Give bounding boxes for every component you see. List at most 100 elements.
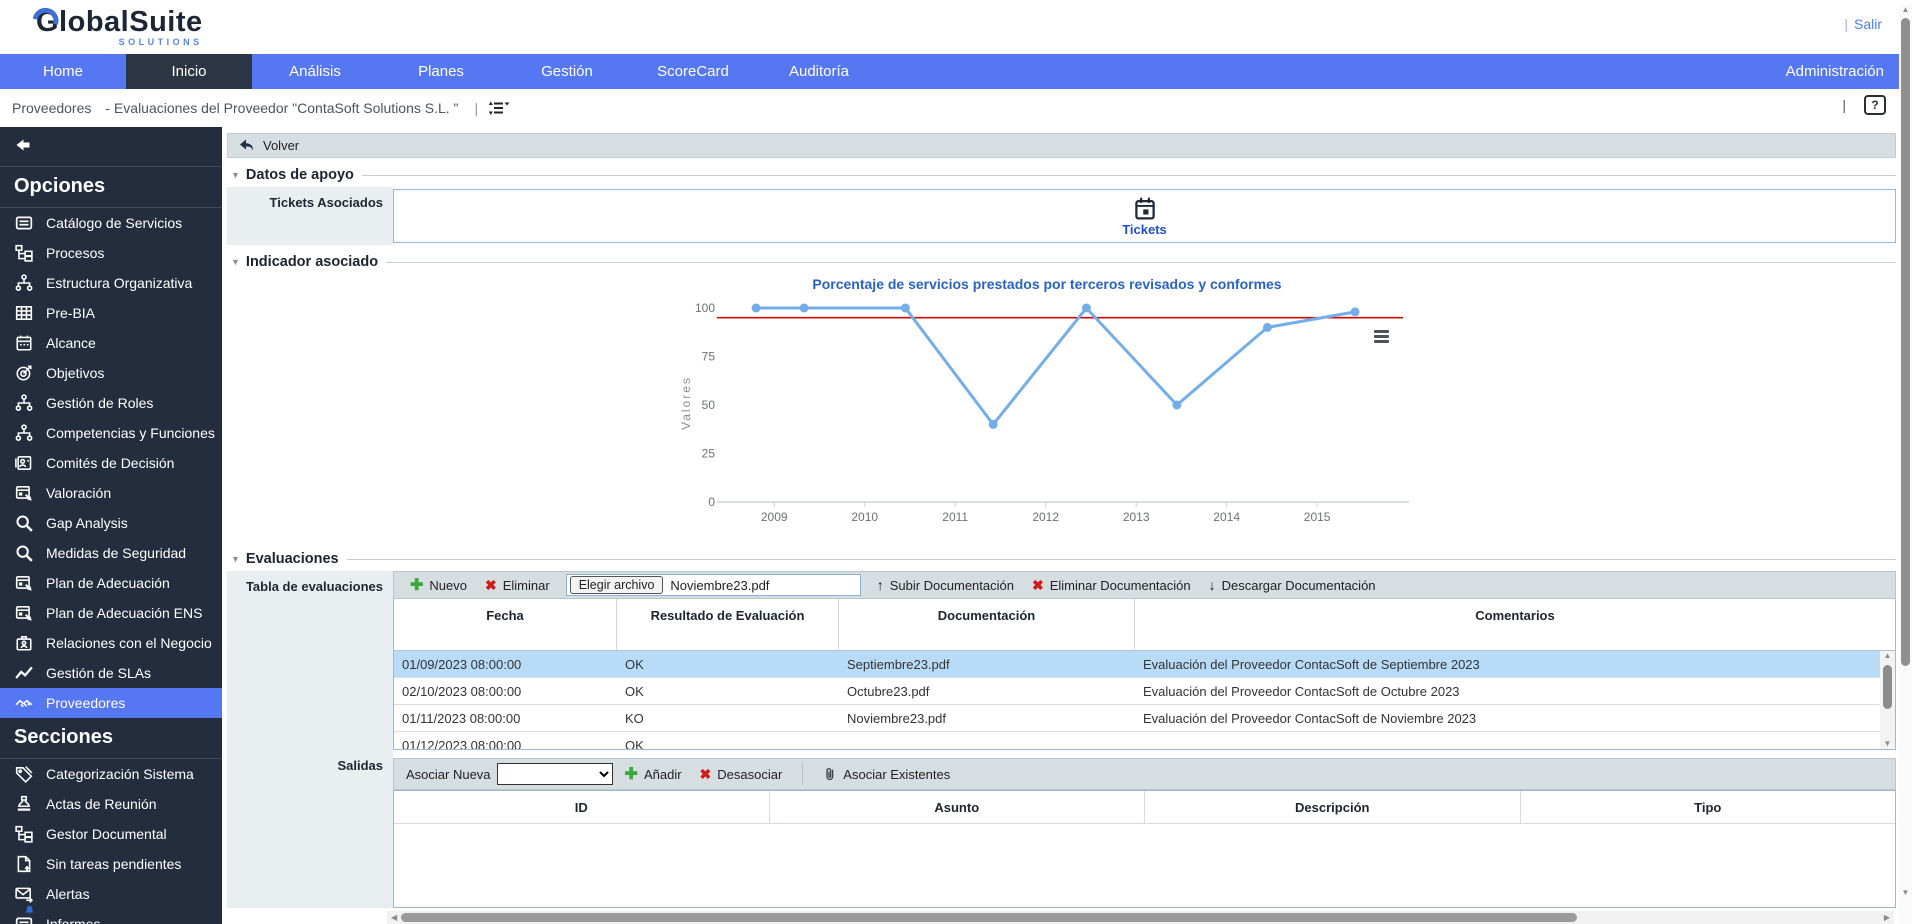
sidebar-item-proveedores[interactable]: Proveedores bbox=[0, 688, 222, 718]
column-header-fecha[interactable]: Fecha bbox=[394, 599, 617, 650]
folder-lines-icon bbox=[15, 917, 33, 924]
eliminar-button[interactable]: ✖ Eliminar bbox=[479, 577, 556, 594]
nav-item-analisis[interactable]: Análisis bbox=[252, 54, 378, 89]
page-vertical-scrollbar[interactable]: ▲ ▼ bbox=[1899, 4, 1912, 924]
column-header-resultado[interactable]: Resultado de Evaluación bbox=[617, 599, 839, 650]
file-input[interactable]: Elegir archivo Noviembre23.pdf bbox=[565, 574, 861, 596]
svg-text:2011: 2011 bbox=[942, 510, 968, 524]
indicator-chart: Porcentaje de servicios prestados por te… bbox=[667, 276, 1427, 547]
asociar-nueva-select[interactable] bbox=[496, 763, 613, 785]
nuevo-button[interactable]: ✚ Nuevo bbox=[404, 575, 473, 595]
scroll-left-icon[interactable]: ◀ bbox=[387, 913, 401, 922]
subir-documentacion-button[interactable]: ↑ Subir Documentación bbox=[871, 577, 1020, 593]
nav-item-home[interactable]: Home bbox=[0, 54, 126, 89]
chart-menu-button[interactable] bbox=[1374, 328, 1389, 345]
svg-text:0: 0 bbox=[708, 495, 715, 509]
section-evaluaciones: ▼ Evaluaciones bbox=[227, 549, 1896, 569]
table-row[interactable]: 01/09/2023 08:00:00 OK Septiembre23.pdf … bbox=[394, 651, 1895, 678]
scroll-right-icon[interactable]: ▶ bbox=[1880, 913, 1894, 922]
x-icon: ✖ bbox=[484, 576, 497, 593]
nav-item-scorecard[interactable]: ScoreCard bbox=[630, 54, 756, 89]
sidebar-item-estructura-organizativa[interactable]: Estructura Organizativa bbox=[0, 268, 222, 298]
ticket-calendar-icon[interactable] bbox=[1132, 196, 1158, 221]
table-row[interactable]: 01/12/2023 08:00:00 OK bbox=[394, 732, 1895, 750]
column-header-documentacion[interactable]: Documentación bbox=[839, 599, 1135, 650]
sidebar-item-alcance[interactable]: Alcance bbox=[0, 328, 222, 358]
sidebar-item-medidas-de-seguridad[interactable]: Medidas de Seguridad bbox=[0, 538, 222, 568]
svg-text:2010: 2010 bbox=[851, 510, 878, 524]
sidebar-item-categorizacion-sistema[interactable]: Categorización Sistema bbox=[0, 759, 222, 789]
column-header-id[interactable]: ID bbox=[394, 791, 770, 823]
scroll-down-icon[interactable]: ▼ bbox=[1902, 887, 1910, 898]
column-header-descripcion[interactable]: Descripción bbox=[1145, 791, 1521, 823]
nav-item-planes[interactable]: Planes bbox=[378, 54, 504, 89]
volver-button[interactable]: Volver bbox=[227, 133, 1896, 158]
sidebar-item-gestion-de-roles[interactable]: Gestión de Roles bbox=[0, 388, 222, 418]
sidebar-item-gap-analysis[interactable]: Gap Analysis bbox=[0, 508, 222, 538]
table-row[interactable]: 02/10/2023 08:00:00 OK Octubre23.pdf Eva… bbox=[394, 678, 1895, 705]
nav-item-auditoria[interactable]: Auditoría bbox=[756, 54, 882, 89]
sidebar-item-competencias-y-funciones[interactable]: Competencias y Funciones bbox=[0, 418, 222, 448]
sidebar-item-relaciones-con-el-negocio[interactable]: Relaciones con el Negocio bbox=[0, 628, 222, 658]
tickets-box: Tickets bbox=[393, 189, 1896, 243]
sidebar-item-procesos[interactable]: Procesos bbox=[0, 238, 222, 268]
sidebar-item-pre-bia[interactable]: Pre-BIA bbox=[0, 298, 222, 328]
sidebar-collapse-button[interactable] bbox=[0, 127, 222, 167]
sidebar-item-objetivos[interactable]: Objetivos bbox=[0, 358, 222, 388]
scrollbar-thumb[interactable] bbox=[1901, 18, 1910, 666]
list-sort-icon[interactable] bbox=[488, 100, 510, 117]
nav-item-gestion[interactable]: Gestión bbox=[504, 54, 630, 89]
sidebar-item-plan-de-adecuacion[interactable]: Plan de Adecuación bbox=[0, 568, 222, 598]
sidebar-item-plan-de-adecuacion-ens[interactable]: Plan de Adecuación ENS bbox=[0, 598, 222, 628]
sidebar-item-gestor-documental[interactable]: Gestor Documental bbox=[0, 819, 222, 849]
column-header-tipo[interactable]: Tipo bbox=[1521, 791, 1896, 823]
sidebar-item-valoracion[interactable]: Valoración bbox=[0, 478, 222, 508]
nav-item-administracion[interactable]: Administración bbox=[1758, 54, 1912, 89]
scroll-up-icon[interactable]: ▲ bbox=[1884, 651, 1892, 661]
collapse-triangle-icon[interactable]: ▼ bbox=[231, 170, 240, 180]
table-vertical-scrollbar[interactable]: ▲ ▼ bbox=[1880, 651, 1895, 749]
horizontal-scrollbar[interactable]: ◀ ▶ bbox=[387, 911, 1894, 924]
table-row[interactable]: 01/11/2023 08:00:00 KO Noviembre23.pdf E… bbox=[394, 705, 1895, 732]
breadcrumb-section[interactable]: Proveedores bbox=[12, 100, 91, 116]
asociar-nueva-label: Asociar Nueva bbox=[406, 766, 491, 782]
scroll-up-icon[interactable]: ▲ bbox=[1902, 4, 1910, 15]
up-arrow-icon: ↑ bbox=[876, 577, 884, 593]
sidebar-item-actas-de-reunion[interactable]: Actas de Reunión bbox=[0, 789, 222, 819]
folder-lines-icon bbox=[15, 216, 33, 230]
section-datos-de-apoyo: ▼ Datos de apoyo bbox=[227, 165, 1896, 185]
sidebar-item-alertas[interactable]: Alertas bbox=[0, 879, 222, 915]
descargar-documentacion-button[interactable]: ↓ Descargar Documentación bbox=[1203, 577, 1382, 593]
plus-icon: ✚ bbox=[410, 577, 424, 594]
nav-item-inicio[interactable]: Inicio bbox=[126, 54, 252, 89]
sidebar-item-informes[interactable]: Informes bbox=[0, 909, 222, 924]
sidebar-item-sin-tareas-pendientes[interactable]: Sin tareas pendientes bbox=[0, 849, 222, 879]
scroll-down-icon[interactable]: ▼ bbox=[1884, 739, 1892, 749]
line-chart: 0 25 50 75 100 2009 2010 2011 2012 2013 2014 2015 bbox=[695, 301, 1409, 524]
eliminar-documentacion-button[interactable]: ✖ Eliminar Documentación bbox=[1026, 577, 1197, 594]
sidebar-item-catalogo-de-servicios[interactable]: Catálogo de Servicios bbox=[0, 208, 222, 238]
anadir-button[interactable]: ✚ Añadir bbox=[619, 764, 688, 784]
svg-text:2014: 2014 bbox=[1213, 510, 1240, 524]
desasociar-button[interactable]: ✖ Desasociar bbox=[694, 766, 789, 783]
logo-wordmark: GlobalSuite bbox=[32, 5, 203, 39]
logout-link[interactable]: | Salir bbox=[1844, 16, 1882, 32]
sidebar-sections-title: Secciones bbox=[0, 718, 222, 759]
paperclip-icon bbox=[826, 767, 834, 780]
column-header-asunto[interactable]: Asunto bbox=[770, 791, 1145, 823]
collapse-triangle-icon[interactable]: ▼ bbox=[231, 554, 240, 564]
sidebar-item-comites-de-decision[interactable]: Comités de Decisión bbox=[0, 448, 222, 478]
column-header-comentarios[interactable]: Comentarios bbox=[1135, 599, 1895, 650]
scrollbar-thumb[interactable] bbox=[1883, 665, 1892, 709]
salidas-label: Salidas bbox=[227, 750, 393, 908]
sidebar-item-gestion-de-slas[interactable]: Gestión de SLAs bbox=[0, 658, 222, 688]
elegir-archivo-button[interactable]: Elegir archivo bbox=[569, 576, 664, 594]
svg-text:2013: 2013 bbox=[1123, 510, 1150, 524]
calendar-select-icon bbox=[15, 605, 33, 622]
help-button[interactable]: ? bbox=[1864, 95, 1886, 115]
tag-icon bbox=[15, 765, 33, 783]
scrollbar-thumb[interactable] bbox=[401, 913, 1577, 922]
asociar-existentes-button[interactable]: Asociar Existentes bbox=[817, 766, 956, 783]
tickets-link[interactable]: Tickets bbox=[1122, 222, 1167, 237]
collapse-triangle-icon[interactable]: ▼ bbox=[231, 257, 240, 267]
